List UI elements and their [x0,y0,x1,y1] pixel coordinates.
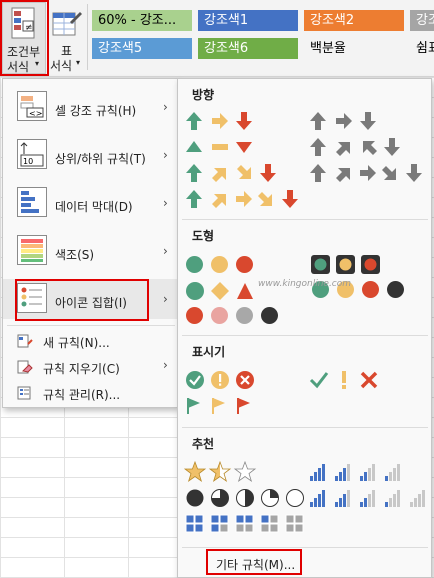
clear-rules-icon [17,360,33,374]
icon-set-3-arrows-gray[interactable] [308,110,382,132]
cell-style-accent1[interactable]: 강조색1 [198,10,298,31]
icon-set-3-triangles[interactable] [184,136,258,158]
icon-set-3-symbols[interactable] [308,369,382,391]
format-as-table-icon [52,12,82,36]
manage-rules-icon [17,386,31,400]
menu-item-label: 데이터 막대(D) [55,200,133,214]
icon-set-3-traffic-lights-rimmed[interactable] [310,254,384,276]
chevron-right-icon: › [163,196,168,210]
more-rules-label: 기타 규칙(M)... [216,558,296,572]
menu-item-label: 규칙 지우기(C) [43,362,120,376]
new-rule-icon [17,334,33,348]
data-bars-icon [17,187,47,217]
cell-style-accent2[interactable]: 강조색2 [304,10,404,31]
chevron-right-icon: › [163,292,168,306]
icon-set-3-arrows-colored[interactable] [184,110,258,132]
icon-set-3-flags[interactable] [184,395,258,417]
icon-set-3-symbols-circled[interactable] [184,369,258,391]
menu-item-label: 규칙 관리(R)... [43,388,121,402]
highlight-box [15,279,149,321]
cell-style-accent6[interactable]: 강조색6 [198,38,298,59]
yellow-circle-icon [211,256,228,273]
icon-set-5-arrows-gray[interactable] [308,162,428,184]
ribbon-divider [87,4,88,70]
gray-circle-icon [236,307,253,324]
icon-set-5-boxes[interactable] [184,513,308,535]
icon-sets-submenu: 방향 도형 www.kingonline.com 표시기 추천 기타 규칙(M)… [177,78,432,578]
cell-style-accent5[interactable]: 강조색5 [92,38,192,59]
pink-circle-icon [211,307,228,324]
red-circle-icon [186,307,203,324]
icon-set-4-ratings[interactable] [308,461,408,483]
green-circle-icon [186,256,203,273]
red-circle-icon [362,281,379,298]
chevron-right-icon: › [163,244,168,258]
icon-set-3-stars[interactable] [184,461,258,483]
menu-item-label: 셀 강조 규칙(H) [55,104,137,118]
chevron-right-icon: › [163,148,168,162]
highlight-cells-icon: <> [17,91,47,121]
format-as-table-label-2: 서식 [50,59,73,73]
black-circle-icon [261,307,278,324]
highlight-box [0,0,49,76]
section-separator [182,427,428,428]
menu-item-label: 색조(S) [55,248,95,262]
menu-item-label: 상위/하위 규칙(T) [55,152,146,166]
more-rules-button[interactable]: 기타 규칙(M)... [206,549,302,575]
menu-item-highlight-cells[interactable]: <> 셀 강조 규칙(H) › [3,87,177,127]
menu-separator [7,325,175,326]
red-circle-icon [236,256,253,273]
conditional-formatting-menu: <> 셀 강조 규칙(H) › 10 상위/하위 규칙(T) › 데이터 막대(… [2,78,178,408]
section-title-ratings: 추천 [192,437,215,451]
icon-set-4-arrows-gray[interactable] [308,136,408,158]
chevron-down-icon: ▾ [76,58,81,67]
menu-item-clear-rules[interactable]: 규칙 지우기(C) › [3,355,177,379]
format-as-table-button[interactable]: 표 서식 ▾ [50,2,84,74]
cell-style-comma[interactable]: 쉼표 [410,38,434,59]
section-separator [182,335,428,336]
section-title-directional: 방향 [192,88,215,102]
chevron-right-icon: › [163,100,168,114]
section-title-indicators: 표시기 [192,345,226,359]
menu-item-top-bottom[interactable]: 10 상위/하위 규칙(T) › [3,135,177,175]
icon-set-3-traffic-lights[interactable] [184,255,258,275]
menu-item-data-bars[interactable]: 데이터 막대(D) › [3,183,177,223]
svg-text:10: 10 [23,157,33,166]
svg-text:<>: <> [29,109,42,118]
cell-style-60-accent[interactable]: 60% - 강조... [92,10,192,31]
black-circle-icon [387,281,404,298]
icon-set-5-arrows-colored[interactable] [184,188,304,210]
menu-item-color-scales[interactable]: 색조(S) › [3,231,177,271]
icon-set-5-quarters[interactable] [184,487,308,509]
icon-set-5-ratings[interactable] [308,487,432,509]
cell-style-accent3[interactable]: 강조색3 [410,10,434,31]
menu-item-manage-rules[interactable]: 규칙 관리(R)... [3,381,177,405]
icon-set-4-arrows-colored[interactable] [184,162,284,184]
icon-set-red-to-black[interactable] [184,306,284,326]
section-separator [182,219,428,220]
section-separator [182,547,428,548]
section-title-shapes: 도형 [192,229,215,243]
icon-set-3-signs[interactable] [184,280,264,302]
menu-item-new-rule[interactable]: 새 규칙(N)... [3,329,177,353]
color-scales-icon [17,235,47,265]
chevron-right-icon: › [163,358,168,372]
watermark-text: www.kingonline.com [258,279,352,289]
top-bottom-icon: 10 [17,139,47,169]
cell-style-percent[interactable]: 백분율 [304,38,404,59]
menu-item-label: 새 규칙(N)... [43,336,110,350]
